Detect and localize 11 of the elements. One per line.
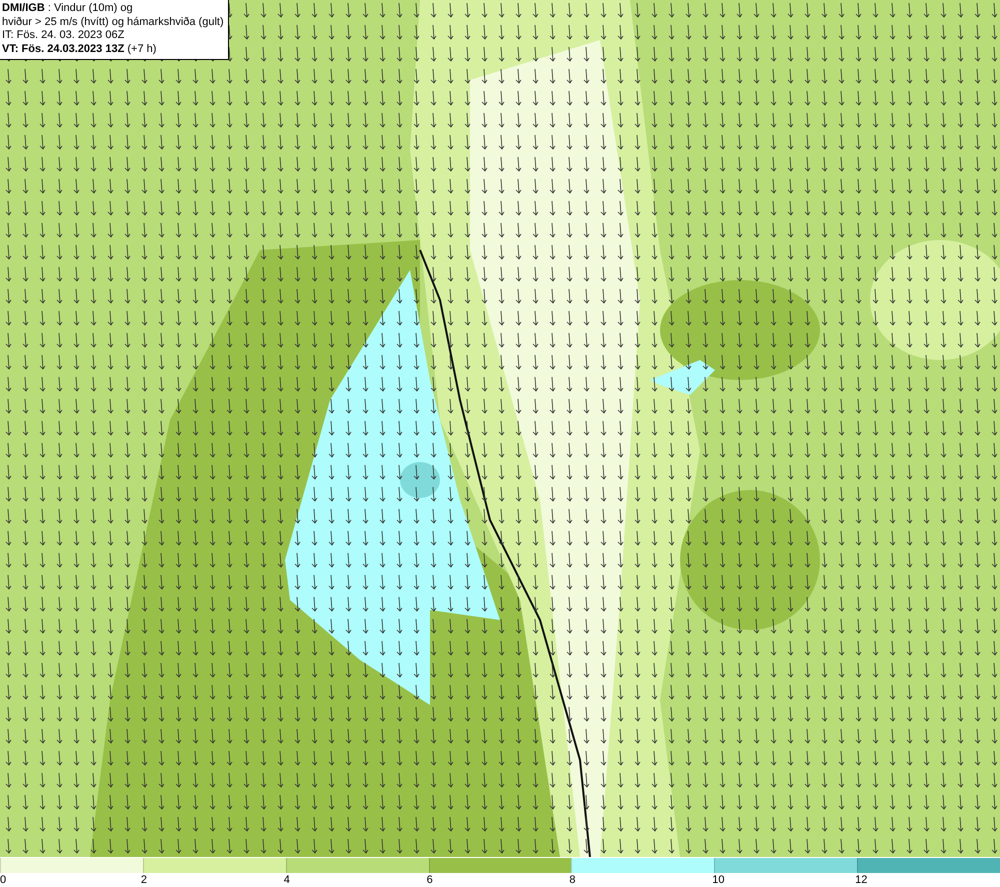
legend-label: 6 [426,873,433,887]
legend-label: 10 [712,873,725,887]
header-line: hviður > 25 m/s (hvítt) og hámarkshviða (gult) [2,16,224,29]
header-line: IT: Fös. 24. 03. 2023 06Z [2,29,126,42]
legend-label: 8 [569,873,576,887]
legend-label: 2 [140,873,147,887]
legend-label: 4 [284,873,290,887]
header-line: VT: Fös. 24.03.2023 13Z (+7 h) [2,42,158,56]
legend-label: 12 [855,873,868,887]
header-line: DMI/IGB : Vindur (10m) og [2,2,134,16]
legend-label: 0 [0,873,6,887]
